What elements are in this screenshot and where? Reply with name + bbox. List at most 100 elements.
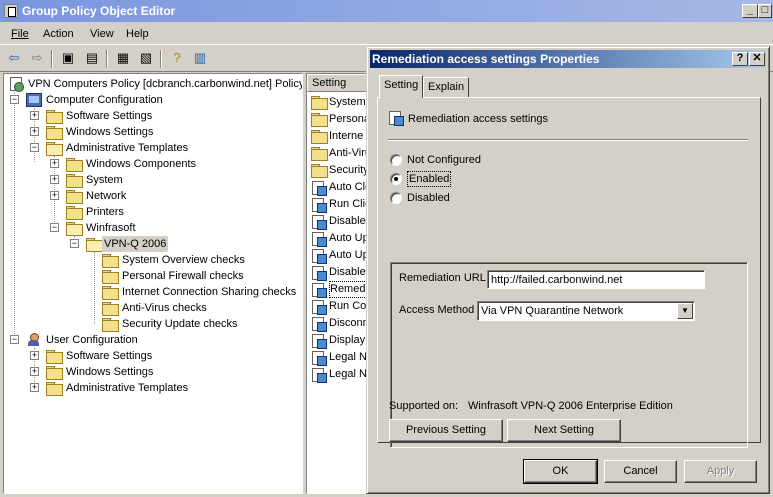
open-folder-icon [86,238,103,252]
collapse-icon[interactable]: − [50,223,59,232]
minimize-button[interactable]: _ [742,4,758,18]
computer-icon [26,93,42,107]
properties-icon[interactable]: ▦ [113,49,133,69]
folder-icon [66,174,83,188]
folder-icon [311,147,328,161]
back-arrow-icon[interactable]: ⇦ [4,49,24,69]
setting-icon [311,249,327,264]
tree-line [94,252,95,324]
setting-icon [311,232,327,247]
console-tree[interactable]: VPN Computers Policy [dcbranch.carbonwin… [3,73,303,494]
menu-file[interactable]: File [9,24,31,44]
setting-icon [311,283,327,298]
radio-button[interactable] [390,154,402,166]
setting-icon [311,181,327,196]
collapse-icon[interactable]: − [10,95,19,104]
expand-icon[interactable]: + [30,383,39,392]
expand-icon[interactable]: + [50,191,59,200]
toolbar-separator [160,50,162,68]
expand-icon[interactable]: + [30,351,39,360]
menu-view[interactable]: View [88,24,116,44]
dropdown-arrow-icon[interactable]: ▼ [677,303,693,319]
folder-icon [102,286,119,300]
setting-icon [388,111,404,126]
access-method-dropdown[interactable]: Via VPN Quarantine Network ▼ [477,301,695,321]
folder-icon [66,190,83,204]
supported-on-value: Winfrasoft VPN-Q 2006 Enterprise Edition [468,400,673,412]
menu-bar: File Action View Help [0,24,773,44]
folder-icon [46,366,63,380]
export-list-icon[interactable]: ▧ [136,49,156,69]
window-title: Group Policy Object Editor [22,4,176,18]
toolbar-separator [106,50,108,68]
folder-icon [102,302,119,316]
setting-icon [311,300,327,315]
setting-icon [311,215,327,230]
setting-tab-panel: Remediation access settings Not Configur… [377,97,761,448]
cancel-button[interactable]: Cancel [604,460,677,483]
previous-setting-button[interactable]: Previous Setting [389,419,503,442]
access-method-value: Via VPN Quarantine Network [481,305,624,317]
remediation-url-input[interactable]: http://failed.carbonwind.net [487,270,705,289]
toolbar-separator [51,50,53,68]
gpo-editor-window: Group Policy Object Editor _ □ File Acti… [0,0,773,497]
forward-arrow-icon[interactable]: ⇨ [27,49,47,69]
setting-icon [311,317,327,332]
setting-name: Remediation access settings [408,113,549,125]
supported-on-label: Supported on: [389,400,459,412]
user-icon [26,333,42,347]
policy-icon [8,77,24,92]
setting-icon [311,368,327,383]
setting-icon [311,334,327,349]
show-tree-icon[interactable]: ▤ [82,49,102,69]
maximize-button[interactable]: □ [758,4,772,18]
tab-setting[interactable]: Setting [379,75,424,98]
dialog-close-button[interactable]: ✕ [749,52,765,66]
access-method-label: Access Method [399,304,475,316]
collapse-icon[interactable]: − [10,335,19,344]
folder-icon [311,113,328,127]
menu-help[interactable]: Help [124,24,151,44]
folder-icon [102,318,119,332]
divider [388,139,748,141]
folder-icon [46,110,63,124]
dialog-help-button[interactable]: ? [732,52,748,66]
folder-icon [66,206,83,220]
expand-icon[interactable]: + [30,367,39,376]
folder-icon [102,254,119,268]
folder-icon [66,158,83,172]
open-folder-icon [46,142,63,156]
setting-icon [311,266,327,281]
window-titlebar[interactable]: Group Policy Object Editor _ □ [0,0,773,22]
expand-icon[interactable]: + [50,175,59,184]
tab-explain[interactable]: Explain [423,77,470,97]
folder-icon [46,382,63,396]
next-setting-button[interactable]: Next Setting [507,419,621,442]
folder-icon [311,96,328,110]
expand-icon[interactable]: + [30,127,39,136]
folder-icon [311,164,328,178]
ok-button[interactable]: OK [523,459,598,484]
setting-icon [311,198,327,213]
expand-icon[interactable]: + [30,111,39,120]
folder-icon [311,130,328,144]
help-topics-icon[interactable]: ▥ [190,49,210,69]
open-folder-icon [66,222,83,236]
up-folder-icon[interactable]: ▣ [58,49,78,69]
radio-button[interactable] [390,192,402,204]
dialog-title: Remediation access settings Properties [372,52,600,66]
folder-icon [102,270,119,284]
collapse-icon[interactable]: − [30,143,39,152]
setting-icon [311,351,327,366]
menu-action[interactable]: Action [41,24,76,44]
dialog-titlebar[interactable]: Remediation access settings Properties ?… [370,50,766,68]
radio-button-checked[interactable] [390,173,402,185]
help-icon[interactable]: ? [167,49,187,69]
expand-icon[interactable]: + [50,159,59,168]
remediation-url-label: Remediation URL [399,272,486,284]
collapse-icon[interactable]: − [70,239,79,248]
apply-button[interactable]: Apply [684,460,757,483]
folder-icon [46,350,63,364]
folder-icon [46,126,63,140]
gpo-app-icon [4,4,18,18]
